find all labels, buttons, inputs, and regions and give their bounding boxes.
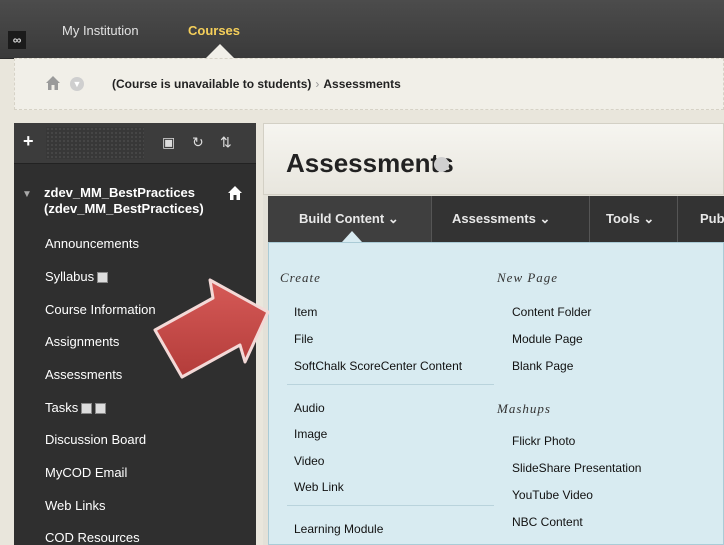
menu-item-item[interactable]: Item [294,305,317,319]
menu-item-web-link[interactable]: Web Link [294,480,344,494]
course-home-icon[interactable] [227,185,243,201]
edit-icon [81,403,93,415]
course-menu: + ▣ ↻ ⇅ ▼ zdev_MM_BestPractices (zdev_MM… [14,123,256,545]
menu-item-learning-module[interactable]: Learning Module [294,522,383,536]
menu-item-content-folder[interactable]: Content Folder [512,305,591,319]
sort-icon[interactable]: ⇅ [220,134,232,151]
hidden-item-icon [95,403,107,415]
publish-button[interactable]: Pub [678,196,724,242]
menu-item-softchalk[interactable]: SoftChalk ScoreCenter Content [294,359,462,373]
sidebar-item-web-links[interactable]: Web Links [45,498,105,513]
sidebar-item-syllabus[interactable]: Syllabus [45,269,109,284]
breadcrumb-current: Assessments [323,77,401,91]
mashups-heading: Mashups [497,401,551,416]
sidebar-item-mycod-email[interactable]: MyCOD Email [45,465,127,480]
sidebar-item-cod-resources[interactable]: COD Resources [45,530,140,545]
sidebar-item-discussion-board[interactable]: Discussion Board [45,432,146,447]
breadcrumb-separator: › [315,77,320,91]
menu-item-slideshare[interactable]: SlideShare Presentation [512,461,641,475]
top-nav-bar: ∞ My Institution Courses [0,0,724,59]
nav-courses[interactable]: Courses [188,23,240,38]
sidebar-item-course-information[interactable]: Course Information [45,302,156,317]
hidden-item-icon [97,272,109,284]
breadcrumb-course[interactable]: (Course is unavailable to students) [112,77,311,91]
add-menu-item-icon[interactable]: + [23,131,34,152]
page-header: Assessments [263,123,724,195]
chevron-down-icon[interactable] [434,157,449,172]
toolbar-texture [46,127,144,159]
course-title-line1: zdev_MM_BestPractices [44,185,196,200]
sidebar-item-assignments[interactable]: Assignments [45,334,119,349]
assessments-menu-button[interactable]: Assessments ⌄ [432,196,590,242]
build-content-dropdown: Create Item File SoftChalk ScoreCenter C… [268,242,724,545]
menu-divider [287,384,494,385]
build-content-label: Build Content [299,211,385,226]
nav-my-institution[interactable]: My Institution [62,23,139,38]
assessments-menu-label: Assessments [452,211,536,226]
breadcrumb-path: (Course is unavailable to students) › Asse… [112,77,401,91]
menu-item-module-page[interactable]: Module Page [512,332,583,346]
sidebar-item-assessments[interactable]: Assessments [45,367,122,382]
tools-button[interactable]: Tools ⌄ [590,196,678,242]
folder-view-icon[interactable]: ▣ [162,134,175,151]
menu-item-image[interactable]: Image [294,427,327,441]
course-title-line2: (zdev_MM_BestPractices) [44,201,204,216]
collapse-caret-icon[interactable]: ▼ [22,189,32,200]
refresh-icon[interactable]: ↻ [192,134,204,151]
home-icon[interactable] [45,75,61,91]
course-menu-toolbar: + ▣ ↻ ⇅ [14,123,256,164]
chevron-down-icon[interactable]: ▼ [70,77,84,91]
menu-item-file[interactable]: File [294,332,313,346]
breadcrumb: ▼ (Course is unavailable to students) › As… [14,58,724,110]
active-tab-indicator [206,44,234,58]
link-icon[interactable]: ∞ [8,31,26,49]
dropdown-pointer [342,231,362,242]
sidebar-item-tasks[interactable]: Tasks [45,400,107,415]
sidebar-item-label: Tasks [45,400,79,415]
menu-item-video[interactable]: Video [294,454,324,468]
sidebar-item-label: Syllabus [45,269,95,284]
chevron-down-icon: ⌄ [387,211,399,226]
content-area: Assessments Build Content ⌄ Assessments … [263,123,724,545]
chevron-down-icon: ⌄ [539,211,551,226]
course-title[interactable]: zdev_MM_BestPractices (zdev_MM_BestPract… [44,185,204,217]
action-bar: Build Content ⌄ Assessments ⌄ Tools ⌄ Pu… [268,196,724,242]
chevron-down-icon: ⌄ [643,211,655,226]
menu-item-blank-page[interactable]: Blank Page [512,359,573,373]
create-heading: Create [280,270,321,285]
menu-item-youtube-video[interactable]: YouTube Video [512,488,593,502]
page-title: Assessments [286,148,454,178]
menu-item-flickr-photo[interactable]: Flickr Photo [512,434,575,448]
menu-item-audio[interactable]: Audio [294,401,325,415]
tools-label: Tools [606,211,640,226]
sidebar-item-announcements[interactable]: Announcements [45,236,139,251]
new-page-heading: New Page [497,270,559,285]
menu-divider [287,505,494,506]
menu-item-nbc-content[interactable]: NBC Content [512,515,583,529]
